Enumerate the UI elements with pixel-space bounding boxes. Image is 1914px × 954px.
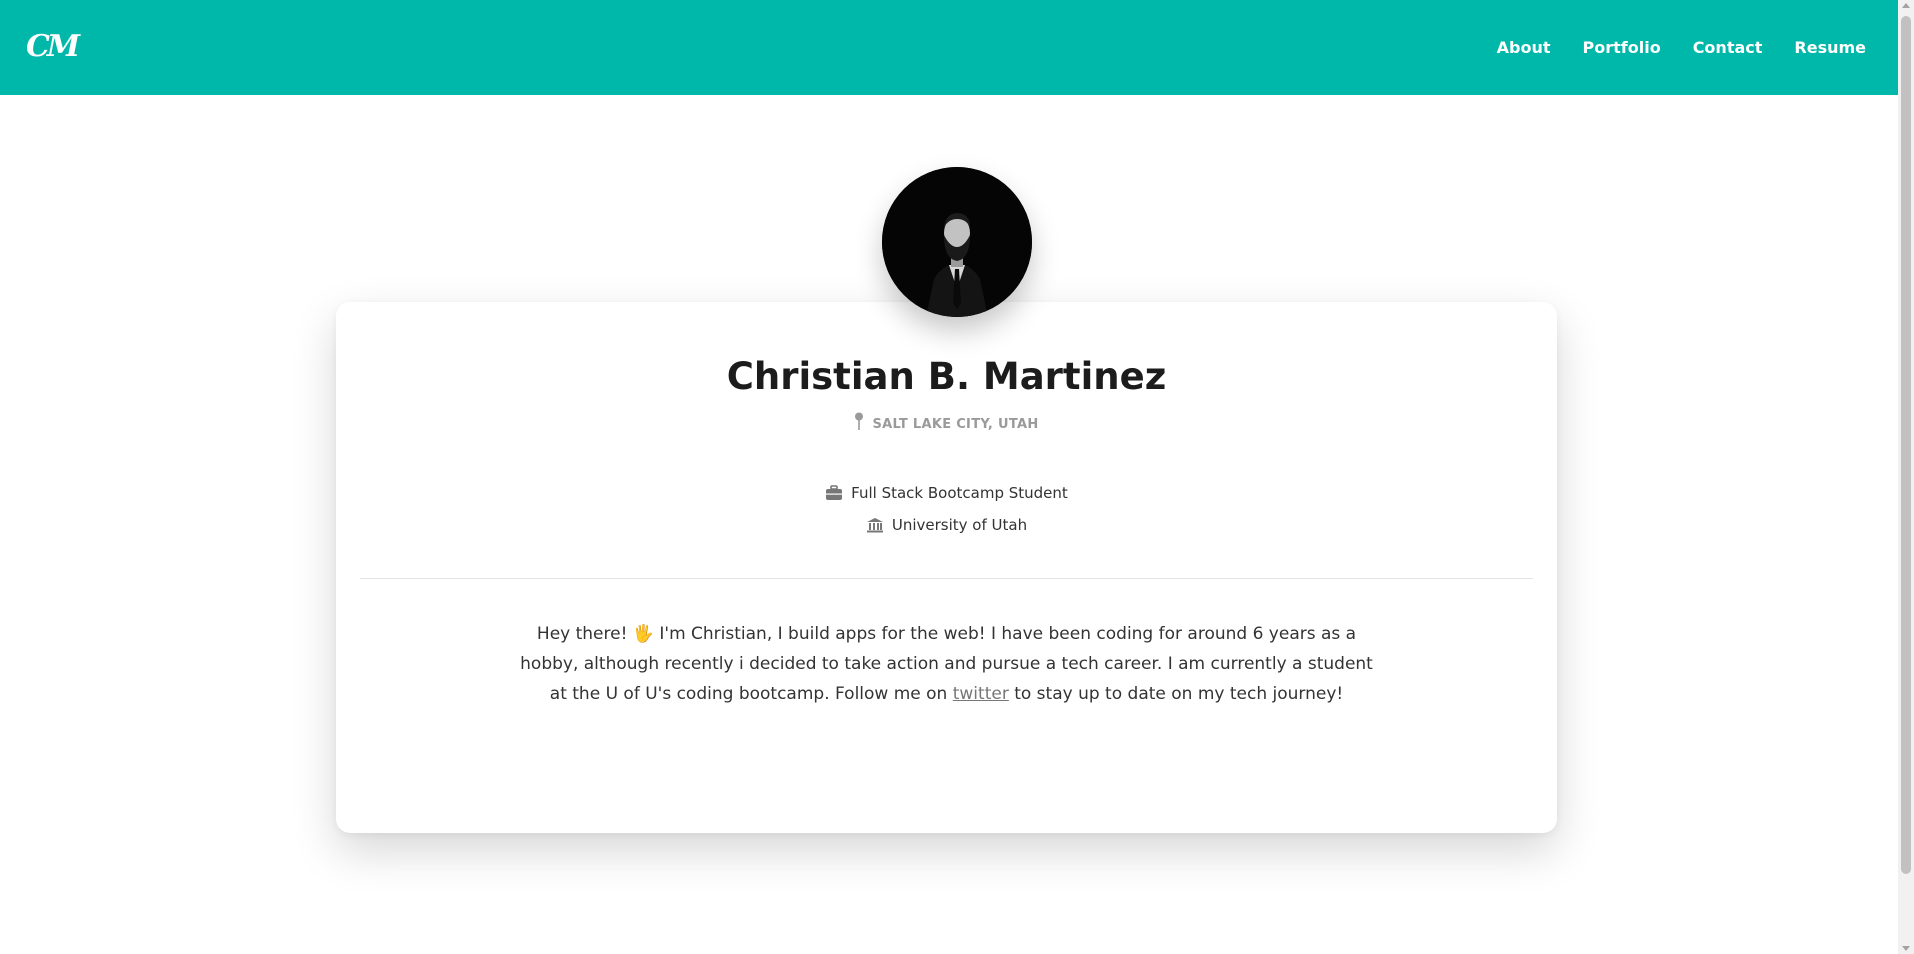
- nav-resume-link[interactable]: Resume: [1794, 38, 1866, 57]
- scroll-down-arrow-icon[interactable]: [1902, 946, 1910, 951]
- profile-role: Full Stack Bootcamp Student: [336, 484, 1557, 502]
- profile-school: University of Utah: [336, 516, 1557, 534]
- map-pin-icon: [855, 412, 864, 430]
- role-text: Full Stack Bootcamp Student: [851, 484, 1068, 502]
- bio-text-end: to stay up to date on my tech journey!: [1008, 684, 1344, 704]
- nav-contact-link[interactable]: Contact: [1693, 38, 1763, 57]
- profile-name: Christian B. Martinez: [726, 355, 1167, 398]
- bio-text-start: Hey there!: [536, 624, 633, 644]
- nav-about-link[interactable]: About: [1497, 38, 1551, 57]
- briefcase-icon: [826, 485, 843, 500]
- top-navbar: CM About Portfolio Contact Resume: [0, 0, 1898, 95]
- main-nav: About Portfolio Contact Resume: [1465, 0, 1866, 95]
- profile-location: SALT LAKE CITY, UTAH: [336, 412, 1557, 432]
- site-logo[interactable]: CM: [26, 30, 80, 64]
- bio-paragraph: Hey there! 🖐 I'm Christian, I build apps…: [520, 619, 1373, 709]
- page-scrollbar[interactable]: [1898, 0, 1914, 954]
- scroll-up-arrow-icon[interactable]: [1902, 3, 1910, 8]
- scrollbar-thumb[interactable]: [1901, 16, 1911, 874]
- location-text: SALT LAKE CITY, UTAH: [872, 417, 1039, 432]
- portrait-image: [882, 167, 1032, 317]
- institution-icon: [866, 518, 883, 533]
- school-text: University of Utah: [891, 516, 1028, 534]
- nav-portfolio-link[interactable]: Portfolio: [1583, 38, 1661, 57]
- wave-emoji-icon: 🖐: [632, 624, 654, 644]
- profile-avatar: [882, 167, 1032, 317]
- card-divider: [360, 578, 1533, 579]
- twitter-link[interactable]: twitter: [953, 684, 1009, 704]
